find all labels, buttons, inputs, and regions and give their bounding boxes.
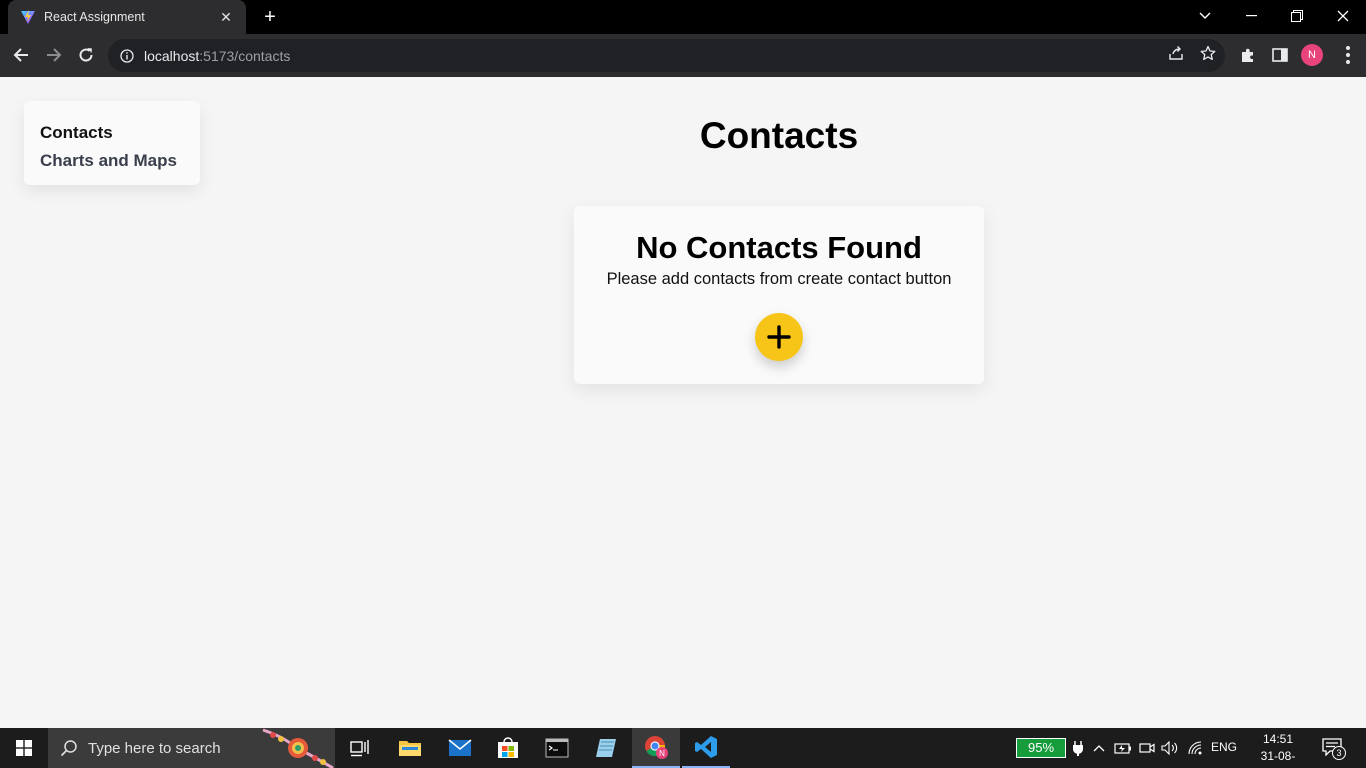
empty-state-card: No Contacts Found Please add contacts fr… bbox=[574, 206, 984, 384]
tab-title: React Assignment bbox=[44, 10, 145, 24]
search-icon bbox=[60, 740, 77, 757]
notification-count-badge: 3 bbox=[1332, 746, 1346, 760]
minimize-icon bbox=[1245, 15, 1257, 17]
page-content: Contacts Charts and Maps Contacts No Con… bbox=[0, 77, 1366, 728]
windows-taskbar: Type here to search N 95% ENG 14:51 31-0… bbox=[0, 728, 1366, 768]
info-icon[interactable] bbox=[120, 48, 134, 63]
bookmark-button[interactable] bbox=[1197, 42, 1219, 64]
store-button[interactable] bbox=[484, 728, 532, 768]
url-host: localhost bbox=[144, 47, 200, 64]
folder-icon bbox=[399, 741, 421, 756]
plug-tray[interactable] bbox=[1070, 738, 1086, 758]
notepad-icon bbox=[596, 739, 616, 757]
browser-tabstrip: React Assignment ✕ + bbox=[0, 0, 1366, 34]
side-panel-button[interactable] bbox=[1269, 44, 1291, 66]
browser-menu-icon[interactable] bbox=[1340, 44, 1356, 66]
tab-search-button[interactable] bbox=[1182, 0, 1228, 32]
extensions-button[interactable] bbox=[1237, 44, 1259, 66]
empty-state-message: Please add contacts from create contact … bbox=[606, 270, 952, 288]
star-icon bbox=[1200, 45, 1216, 61]
reload-button[interactable] bbox=[73, 42, 99, 68]
forward-button[interactable] bbox=[41, 42, 67, 68]
task-view-icon bbox=[350, 740, 369, 757]
network-tray[interactable] bbox=[1186, 738, 1206, 758]
notepad-button[interactable] bbox=[582, 728, 630, 768]
windows-logo-icon bbox=[16, 740, 32, 756]
chrome-icon: N bbox=[645, 736, 668, 759]
url-path: :5173/contacts bbox=[199, 47, 291, 64]
new-tab-button[interactable]: + bbox=[258, 6, 282, 28]
rakhi-highlight-icon bbox=[262, 728, 334, 768]
battery-charging-icon bbox=[1114, 743, 1131, 754]
battery-tray[interactable] bbox=[1113, 738, 1133, 758]
system-clock[interactable]: 14:51 31-08-2023 bbox=[1248, 731, 1308, 768]
create-contact-button[interactable] bbox=[755, 313, 803, 361]
task-view-button[interactable] bbox=[336, 728, 384, 768]
browser-tab[interactable]: React Assignment ✕ bbox=[8, 0, 246, 34]
store-icon bbox=[498, 737, 518, 758]
terminal-icon bbox=[545, 738, 569, 758]
puzzle-icon bbox=[1242, 48, 1253, 62]
wifi-icon bbox=[1188, 741, 1202, 755]
plus-icon bbox=[767, 325, 791, 349]
page-title: Contacts bbox=[699, 115, 859, 156]
profile-avatar[interactable]: N bbox=[1301, 44, 1323, 66]
minimize-button[interactable] bbox=[1228, 0, 1274, 32]
file-explorer-button[interactable] bbox=[386, 728, 434, 768]
mail-icon bbox=[448, 739, 472, 756]
url-text[interactable]: localhost:5173/contacts bbox=[144, 48, 290, 64]
camera-icon bbox=[1139, 743, 1155, 753]
show-hidden-icons-button[interactable] bbox=[1090, 738, 1108, 758]
chrome-button[interactable]: N bbox=[632, 728, 680, 768]
search-placeholder: Type here to search bbox=[88, 739, 221, 757]
vscode-button[interactable] bbox=[682, 728, 730, 768]
reload-icon bbox=[79, 48, 93, 62]
empty-state-heading: No Contacts Found bbox=[636, 230, 922, 265]
speaker-icon bbox=[1161, 741, 1178, 755]
clock-date: 31-08-2023 bbox=[1260, 749, 1296, 768]
meet-now-tray[interactable] bbox=[1137, 738, 1157, 758]
notification-center-button[interactable]: 3 bbox=[1322, 738, 1346, 760]
vite-logo-icon bbox=[21, 10, 35, 24]
mail-button[interactable] bbox=[436, 728, 484, 768]
browser-toolbar: localhost:5173/contacts N bbox=[0, 34, 1366, 77]
clock-time: 14:51 bbox=[1262, 732, 1294, 746]
taskbar-search[interactable]: Type here to search bbox=[48, 728, 335, 768]
restore-button[interactable] bbox=[1274, 0, 1320, 32]
svg-text:N: N bbox=[659, 749, 665, 758]
side-panel-icon bbox=[1272, 48, 1288, 62]
battery-indicator[interactable]: 95% bbox=[1016, 738, 1066, 758]
arrow-right-icon bbox=[47, 48, 62, 62]
restore-icon bbox=[1291, 10, 1303, 22]
tab-close-icon[interactable]: ✕ bbox=[216, 9, 236, 26]
volume-tray[interactable] bbox=[1160, 738, 1180, 758]
share-button[interactable] bbox=[1165, 42, 1187, 64]
arrow-left-icon bbox=[13, 48, 28, 62]
chevron-down-icon bbox=[1199, 12, 1211, 19]
share-icon bbox=[1169, 46, 1183, 60]
chevron-up-icon bbox=[1093, 745, 1105, 752]
close-icon bbox=[1337, 10, 1349, 22]
vscode-icon bbox=[695, 736, 717, 758]
start-button[interactable] bbox=[0, 728, 48, 768]
address-bar[interactable]: localhost:5173/contacts bbox=[108, 39, 1225, 72]
close-window-button[interactable] bbox=[1320, 0, 1366, 32]
terminal-button[interactable] bbox=[533, 728, 581, 768]
back-button[interactable] bbox=[8, 42, 34, 68]
power-plug-icon bbox=[1073, 741, 1083, 756]
language-indicator[interactable]: ENG bbox=[1211, 740, 1237, 754]
